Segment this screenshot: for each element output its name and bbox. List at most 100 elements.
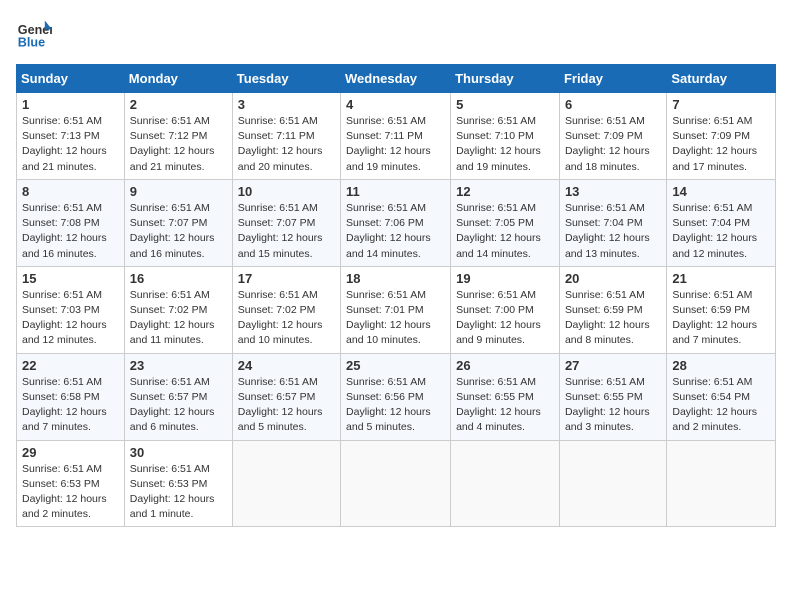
day-info: Sunrise: 6:51 AM Sunset: 6:53 PM Dayligh…: [22, 462, 119, 523]
logo-icon: General Blue: [16, 16, 52, 52]
day-number: 1: [22, 97, 119, 112]
calendar-cell: 4 Sunrise: 6:51 AM Sunset: 7:11 PM Daylig…: [341, 93, 451, 180]
day-number: 13: [565, 184, 661, 199]
calendar-body: 1 Sunrise: 6:51 AM Sunset: 7:13 PM Daylig…: [17, 93, 776, 527]
calendar-week-3: 15Sunrise: 6:51 AM Sunset: 7:03 PM Dayli…: [17, 266, 776, 353]
day-info: Sunrise: 6:51 AM Sunset: 7:12 PM Dayligh…: [130, 114, 227, 175]
calendar-cell: 14 Sunrise: 6:51 AM Sunset: 7:04 PM Dayli…: [667, 179, 776, 266]
calendar-cell: 10 Sunrise: 6:51 AM Sunset: 7:07 PM Dayli…: [232, 179, 340, 266]
calendar-week-2: 8 Sunrise: 6:51 AM Sunset: 7:08 PM Daylig…: [17, 179, 776, 266]
day-number: 5: [456, 97, 554, 112]
day-info: Sunrise: 6:51 AM Sunset: 7:11 PM Dayligh…: [238, 114, 335, 175]
calendar-cell: 27Sunrise: 6:51 AM Sunset: 6:55 PM Dayli…: [559, 353, 666, 440]
calendar-cell: 7 Sunrise: 6:51 AM Sunset: 7:09 PM Daylig…: [667, 93, 776, 180]
day-info: Sunrise: 6:51 AM Sunset: 7:06 PM Dayligh…: [346, 201, 445, 262]
day-number: 4: [346, 97, 445, 112]
calendar-cell: 13 Sunrise: 6:51 AM Sunset: 7:04 PM Dayli…: [559, 179, 666, 266]
calendar-cell: 9 Sunrise: 6:51 AM Sunset: 7:07 PM Daylig…: [124, 179, 232, 266]
calendar-table: SundayMondayTuesdayWednesdayThursdayFrid…: [16, 64, 776, 527]
day-info: Sunrise: 6:51 AM Sunset: 7:04 PM Dayligh…: [672, 201, 770, 262]
day-info: Sunrise: 6:51 AM Sunset: 7:07 PM Dayligh…: [238, 201, 335, 262]
day-info: Sunrise: 6:51 AM Sunset: 7:04 PM Dayligh…: [565, 201, 661, 262]
calendar-cell: 18 Sunrise: 6:51 AM Sunset: 7:01 PM Dayli…: [341, 266, 451, 353]
calendar-cell: 1 Sunrise: 6:51 AM Sunset: 7:13 PM Daylig…: [17, 93, 125, 180]
day-info: Sunrise: 6:51 AM Sunset: 6:58 PM Dayligh…: [22, 375, 119, 436]
day-info: Sunrise: 6:51 AM Sunset: 7:10 PM Dayligh…: [456, 114, 554, 175]
day-number: 26: [456, 358, 554, 373]
calendar-cell: 22 Sunrise: 6:51 AM Sunset: 6:58 PM Dayli…: [17, 353, 125, 440]
day-number: 2: [130, 97, 227, 112]
calendar-cell: 28Sunrise: 6:51 AM Sunset: 6:54 PM Dayli…: [667, 353, 776, 440]
day-info: Sunrise: 6:51 AM Sunset: 6:59 PM Dayligh…: [672, 288, 770, 349]
calendar-week-5: 29Sunrise: 6:51 AM Sunset: 6:53 PM Dayli…: [17, 440, 776, 527]
day-number: 9: [130, 184, 227, 199]
calendar-cell: 8 Sunrise: 6:51 AM Sunset: 7:08 PM Daylig…: [17, 179, 125, 266]
day-number: 25: [346, 358, 445, 373]
day-info: Sunrise: 6:51 AM Sunset: 7:07 PM Dayligh…: [130, 201, 227, 262]
calendar-header-saturday: Saturday: [667, 65, 776, 93]
calendar-cell: [341, 440, 451, 527]
day-number: 22: [22, 358, 119, 373]
calendar-cell: 2 Sunrise: 6:51 AM Sunset: 7:12 PM Daylig…: [124, 93, 232, 180]
calendar-header-wednesday: Wednesday: [341, 65, 451, 93]
calendar-cell: 17Sunrise: 6:51 AM Sunset: 7:02 PM Dayli…: [232, 266, 340, 353]
calendar-cell: 26 Sunrise: 6:51 AM Sunset: 6:55 PM Dayli…: [451, 353, 560, 440]
day-number: 6: [565, 97, 661, 112]
day-info: Sunrise: 6:51 AM Sunset: 6:55 PM Dayligh…: [456, 375, 554, 436]
day-info: Sunrise: 6:51 AM Sunset: 7:11 PM Dayligh…: [346, 114, 445, 175]
calendar-cell: 30 Sunrise: 6:51 AM Sunset: 6:53 PM Dayli…: [124, 440, 232, 527]
day-number: 30: [130, 445, 227, 460]
day-info: Sunrise: 6:51 AM Sunset: 7:08 PM Dayligh…: [22, 201, 119, 262]
calendar-cell: 19Sunrise: 6:51 AM Sunset: 7:00 PM Dayli…: [451, 266, 560, 353]
calendar-cell: 12 Sunrise: 6:51 AM Sunset: 7:05 PM Dayli…: [451, 179, 560, 266]
day-number: 28: [672, 358, 770, 373]
day-number: 7: [672, 97, 770, 112]
calendar-cell: 21Sunrise: 6:51 AM Sunset: 6:59 PM Dayli…: [667, 266, 776, 353]
calendar-cell: 29Sunrise: 6:51 AM Sunset: 6:53 PM Dayli…: [17, 440, 125, 527]
day-info: Sunrise: 6:51 AM Sunset: 7:09 PM Dayligh…: [672, 114, 770, 175]
day-number: 16: [130, 271, 227, 286]
calendar-header-thursday: Thursday: [451, 65, 560, 93]
day-number: 10: [238, 184, 335, 199]
day-number: 19: [456, 271, 554, 286]
calendar-header-tuesday: Tuesday: [232, 65, 340, 93]
calendar-cell: 3Sunrise: 6:51 AM Sunset: 7:11 PM Daylig…: [232, 93, 340, 180]
day-info: Sunrise: 6:51 AM Sunset: 6:55 PM Dayligh…: [565, 375, 661, 436]
calendar-week-1: 1 Sunrise: 6:51 AM Sunset: 7:13 PM Daylig…: [17, 93, 776, 180]
calendar-cell: [667, 440, 776, 527]
calendar-week-4: 22 Sunrise: 6:51 AM Sunset: 6:58 PM Dayli…: [17, 353, 776, 440]
calendar-header-monday: Monday: [124, 65, 232, 93]
day-number: 24: [238, 358, 335, 373]
calendar-cell: 20 Sunrise: 6:51 AM Sunset: 6:59 PM Dayli…: [559, 266, 666, 353]
day-number: 8: [22, 184, 119, 199]
calendar-cell: 24 Sunrise: 6:51 AM Sunset: 6:57 PM Dayli…: [232, 353, 340, 440]
day-number: 11: [346, 184, 445, 199]
calendar-cell: 23 Sunrise: 6:51 AM Sunset: 6:57 PM Dayli…: [124, 353, 232, 440]
day-info: Sunrise: 6:51 AM Sunset: 7:09 PM Dayligh…: [565, 114, 661, 175]
calendar-header-sunday: Sunday: [17, 65, 125, 93]
calendar-cell: 6 Sunrise: 6:51 AM Sunset: 7:09 PM Daylig…: [559, 93, 666, 180]
calendar-cell: 16 Sunrise: 6:51 AM Sunset: 7:02 PM Dayli…: [124, 266, 232, 353]
day-number: 14: [672, 184, 770, 199]
day-info: Sunrise: 6:51 AM Sunset: 7:02 PM Dayligh…: [238, 288, 335, 349]
day-info: Sunrise: 6:51 AM Sunset: 6:59 PM Dayligh…: [565, 288, 661, 349]
day-info: Sunrise: 6:51 AM Sunset: 7:02 PM Dayligh…: [130, 288, 227, 349]
calendar-cell: [559, 440, 666, 527]
day-info: Sunrise: 6:51 AM Sunset: 6:57 PM Dayligh…: [238, 375, 335, 436]
day-number: 20: [565, 271, 661, 286]
day-number: 18: [346, 271, 445, 286]
day-info: Sunrise: 6:51 AM Sunset: 6:53 PM Dayligh…: [130, 462, 227, 523]
day-info: Sunrise: 6:51 AM Sunset: 7:01 PM Dayligh…: [346, 288, 445, 349]
calendar-cell: [451, 440, 560, 527]
day-info: Sunrise: 6:51 AM Sunset: 6:56 PM Dayligh…: [346, 375, 445, 436]
calendar-header-row: SundayMondayTuesdayWednesdayThursdayFrid…: [17, 65, 776, 93]
day-info: Sunrise: 6:51 AM Sunset: 7:03 PM Dayligh…: [22, 288, 119, 349]
calendar-header-friday: Friday: [559, 65, 666, 93]
day-number: 12: [456, 184, 554, 199]
day-info: Sunrise: 6:51 AM Sunset: 6:57 PM Dayligh…: [130, 375, 227, 436]
day-info: Sunrise: 6:51 AM Sunset: 7:13 PM Dayligh…: [22, 114, 119, 175]
calendar-cell: [232, 440, 340, 527]
day-info: Sunrise: 6:51 AM Sunset: 7:05 PM Dayligh…: [456, 201, 554, 262]
logo: General Blue: [16, 16, 52, 52]
day-number: 23: [130, 358, 227, 373]
